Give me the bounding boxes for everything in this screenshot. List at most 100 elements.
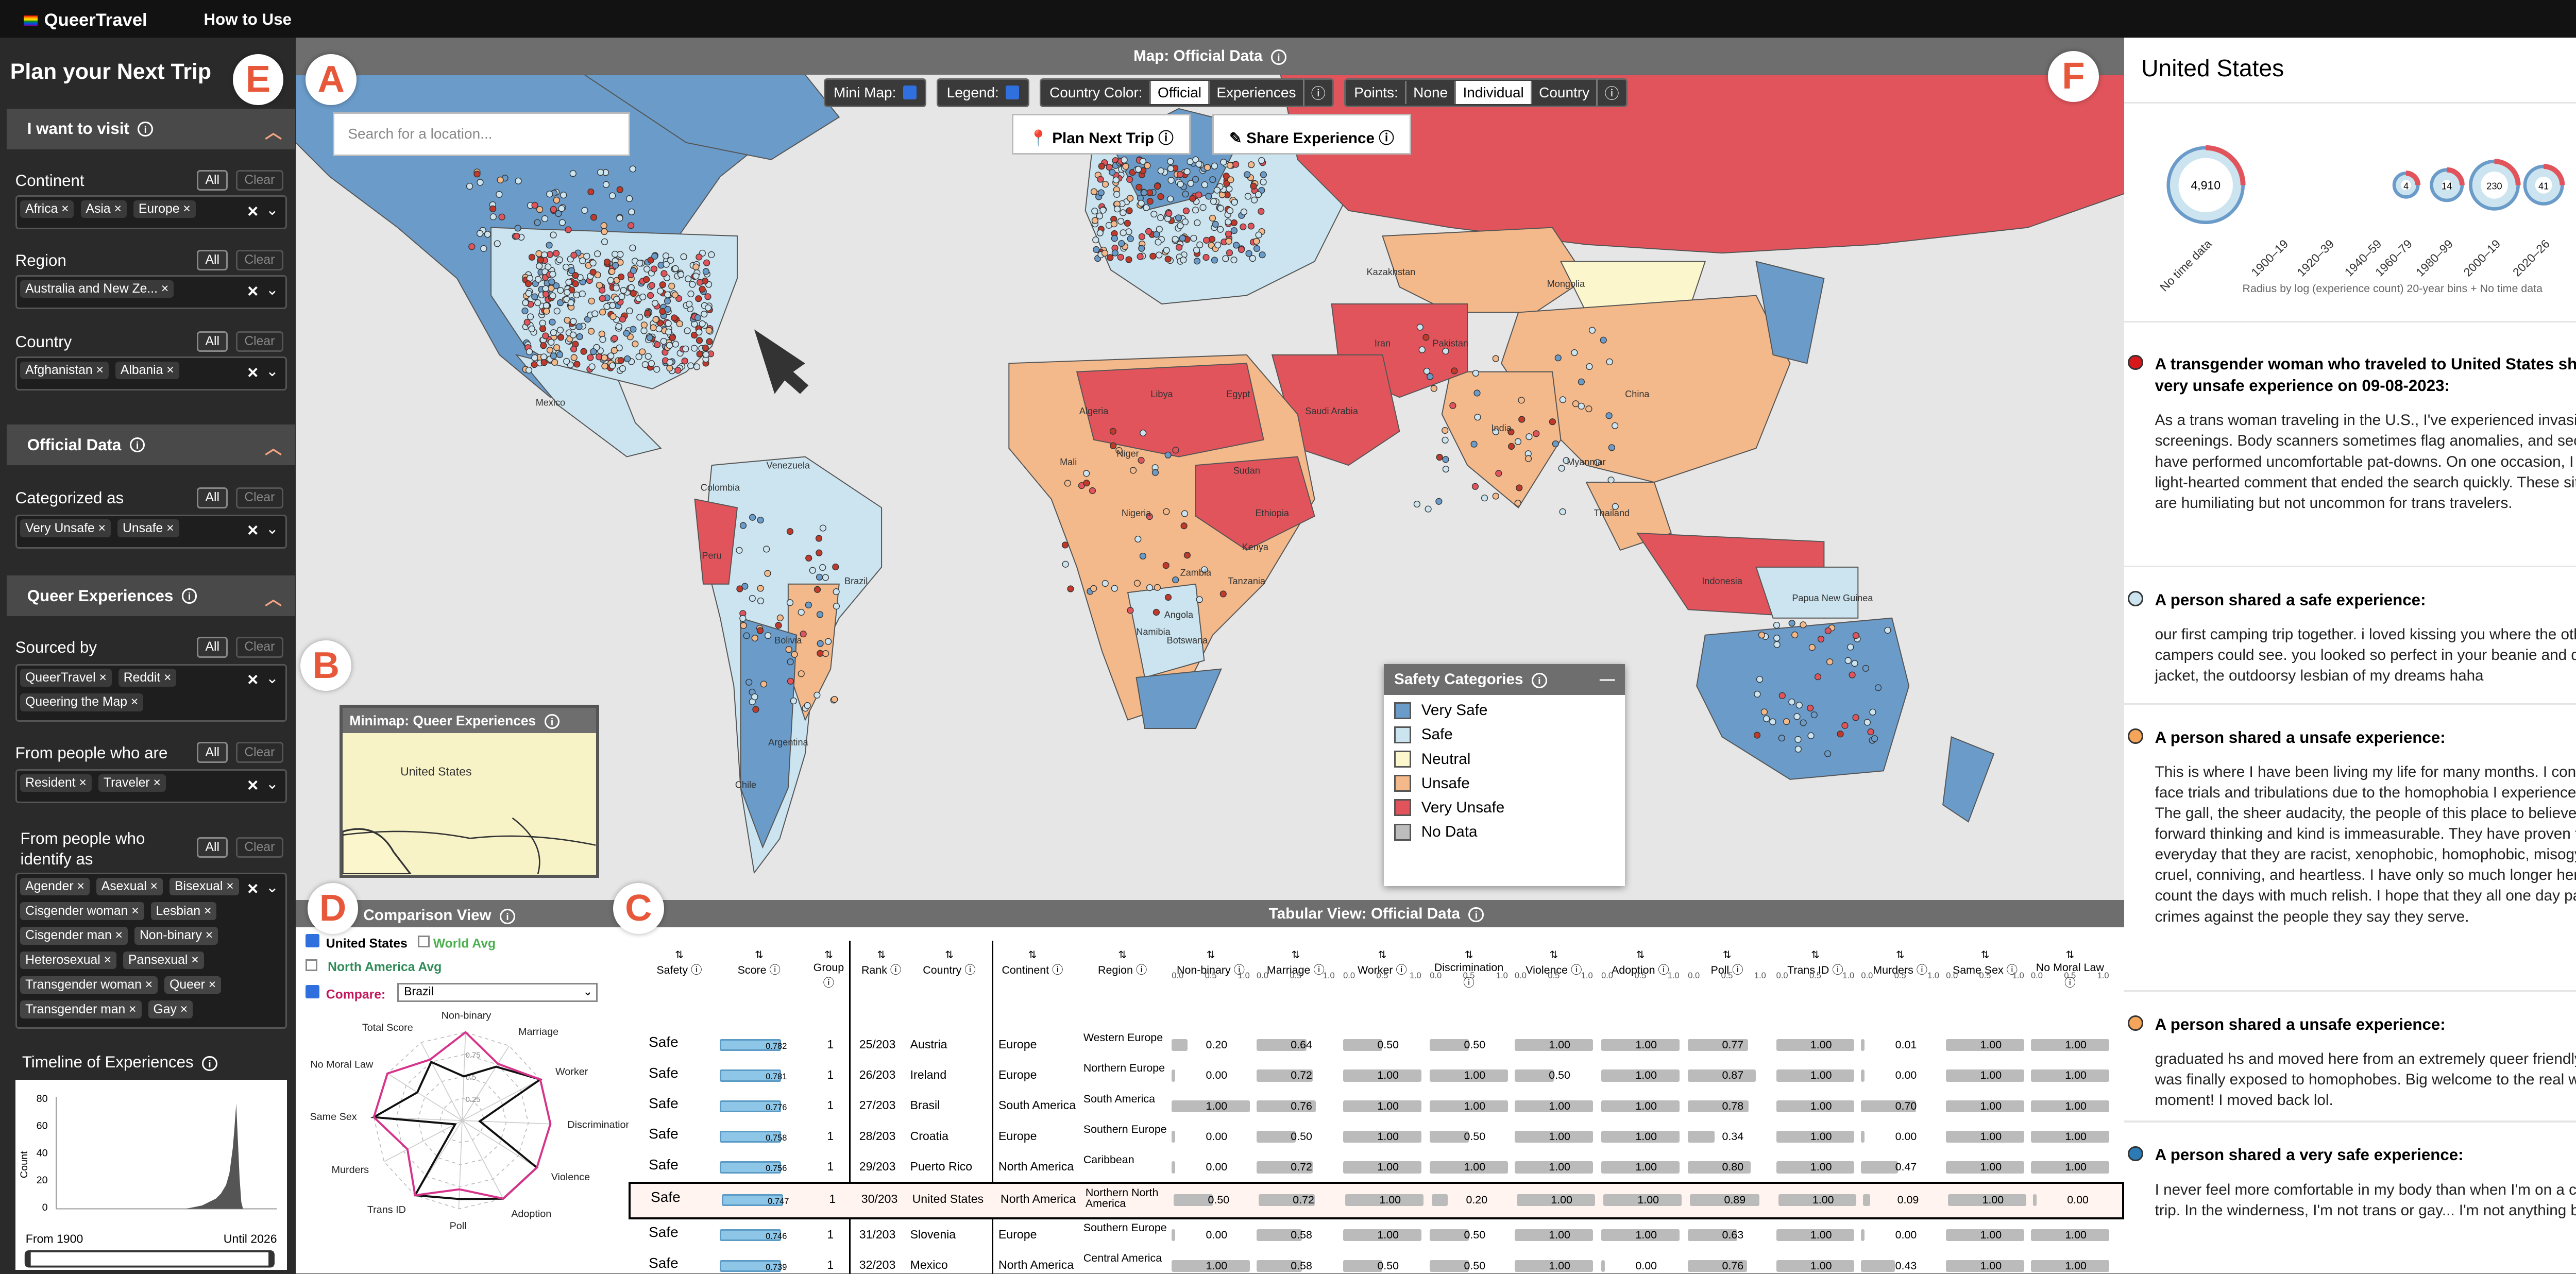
experience-point[interactable] xyxy=(629,244,636,251)
experience-point[interactable] xyxy=(608,192,616,199)
experience-point[interactable] xyxy=(1157,193,1164,200)
chevron-down-icon[interactable]: ⌄ xyxy=(266,774,279,793)
column-header[interactable]: ⇅ Region ⓘ xyxy=(1078,949,1166,977)
filter-tag[interactable]: Albania × xyxy=(115,361,179,380)
experience-point[interactable] xyxy=(1163,247,1170,254)
experience-point[interactable] xyxy=(1154,584,1161,591)
experience-point[interactable] xyxy=(523,318,531,326)
region-all-button[interactable]: All xyxy=(197,249,228,271)
experience-point[interactable] xyxy=(556,286,564,294)
experience-point[interactable] xyxy=(1814,673,1821,681)
experience-point[interactable] xyxy=(540,353,547,361)
experience-point[interactable] xyxy=(1189,195,1196,202)
experience-point[interactable] xyxy=(1416,324,1423,331)
info-icon[interactable]: ⓘ xyxy=(823,977,834,989)
filter-tag[interactable]: Reddit × xyxy=(118,669,177,687)
experience-point[interactable] xyxy=(1585,363,1592,370)
sort-icon[interactable]: ⇅ xyxy=(1688,949,1766,961)
experience-point[interactable] xyxy=(560,192,567,199)
experience-point[interactable] xyxy=(696,350,703,358)
experience-point[interactable] xyxy=(702,268,709,275)
experience-point[interactable] xyxy=(629,326,637,333)
experience-point[interactable] xyxy=(1153,608,1160,616)
remove-tag-icon[interactable]: × xyxy=(95,521,106,535)
location-search-input[interactable]: Search for a location... xyxy=(333,112,630,157)
experience-point[interactable] xyxy=(1867,728,1874,736)
timeline-histogram[interactable]: 80 60 40 20 0 Count From 1900 Until 2026 xyxy=(15,1080,287,1270)
experience-point[interactable] xyxy=(528,253,535,261)
experience-point[interactable] xyxy=(542,285,549,292)
chevron-up-icon[interactable]: ︿ xyxy=(265,586,282,610)
filter-tag[interactable]: Very Unsafe × xyxy=(20,519,111,537)
sort-icon[interactable]: ⇅ xyxy=(1515,949,1593,961)
remove-tag-icon[interactable]: × xyxy=(163,363,174,377)
table-row[interactable]: Safe 0.756 1 29/203 Puerto Rico North America… xyxy=(629,1151,2125,1182)
categorized-all-button[interactable]: All xyxy=(197,487,228,508)
experience-point[interactable] xyxy=(1164,256,1172,263)
experience-point[interactable] xyxy=(1442,466,1449,473)
experience-point[interactable] xyxy=(815,535,822,542)
experience-point[interactable] xyxy=(603,258,611,266)
info-icon[interactable]: i xyxy=(181,588,197,604)
experience-point[interactable] xyxy=(587,188,594,196)
experience-point[interactable] xyxy=(745,678,752,686)
experience-card[interactable]: A person shared a unsafe experience: This… xyxy=(2127,727,2576,927)
filter-tag[interactable]: Asexual × xyxy=(96,877,163,896)
experience-point[interactable] xyxy=(531,201,538,209)
experience-point[interactable] xyxy=(601,354,608,362)
experience-point[interactable] xyxy=(549,292,556,299)
experience-point[interactable] xyxy=(1778,735,1785,742)
experience-point[interactable] xyxy=(468,243,475,250)
experience-point[interactable] xyxy=(1441,436,1449,444)
experience-point[interactable] xyxy=(1753,732,1760,739)
checkbox-checked-icon[interactable] xyxy=(306,933,319,948)
experience-point[interactable] xyxy=(764,632,771,639)
experience-point[interactable] xyxy=(757,597,764,605)
experience-point[interactable] xyxy=(1791,631,1798,638)
experience-point[interactable] xyxy=(1517,397,1525,404)
experience-point[interactable] xyxy=(1606,358,1613,365)
experience-point[interactable] xyxy=(563,288,570,296)
experience-point[interactable] xyxy=(1824,627,1832,635)
experience-point[interactable] xyxy=(833,603,840,610)
experience-point[interactable] xyxy=(1585,405,1592,413)
experience-point[interactable] xyxy=(569,170,577,177)
experience-point[interactable] xyxy=(534,299,541,307)
experience-point[interactable] xyxy=(1817,635,1824,643)
remove-tag-icon[interactable]: × xyxy=(160,671,171,685)
experience-point[interactable] xyxy=(757,585,764,592)
filter-tag[interactable]: Pansexual × xyxy=(123,951,204,970)
experience-point[interactable] xyxy=(687,362,694,369)
country-select[interactable]: Afghanistan × Albania × × ⌄ xyxy=(15,356,287,391)
experience-point[interactable] xyxy=(665,328,672,335)
experience-point[interactable] xyxy=(521,307,529,315)
experience-point[interactable] xyxy=(546,242,553,249)
experience-point[interactable] xyxy=(1852,714,1859,721)
experience-point[interactable] xyxy=(1257,208,1264,215)
experience-point[interactable] xyxy=(580,348,587,355)
experience-point[interactable] xyxy=(552,250,560,257)
experience-point[interactable] xyxy=(1442,347,1449,355)
experience-point[interactable] xyxy=(591,310,598,317)
column-header[interactable]: ⇅ No Moral Law ⓘ xyxy=(2031,949,2109,990)
experience-point[interactable] xyxy=(1162,508,1170,515)
experience-point[interactable] xyxy=(687,290,694,298)
experience-point[interactable] xyxy=(599,295,606,302)
experience-point[interactable] xyxy=(664,291,671,298)
compare-us[interactable]: United States World Avg xyxy=(306,933,496,951)
experience-point[interactable] xyxy=(1202,236,1210,244)
experience-point[interactable] xyxy=(1760,708,1768,716)
experience-point[interactable] xyxy=(542,291,549,298)
experience-point[interactable] xyxy=(1167,177,1175,184)
experience-point[interactable] xyxy=(556,327,564,334)
experience-point[interactable] xyxy=(1175,244,1182,251)
minimap[interactable]: Minimap: Queer Experiences i United State… xyxy=(340,704,600,878)
experience-point[interactable] xyxy=(1111,249,1118,257)
experience-point[interactable] xyxy=(1193,258,1200,265)
experience-point[interactable] xyxy=(531,293,538,300)
column-header[interactable]: ⇅ Score ⓘ xyxy=(717,949,802,977)
experience-point[interactable] xyxy=(1794,745,1802,753)
experience-point[interactable] xyxy=(681,358,688,365)
experience-point[interactable] xyxy=(1117,240,1125,247)
experience-point[interactable] xyxy=(1435,498,1442,505)
